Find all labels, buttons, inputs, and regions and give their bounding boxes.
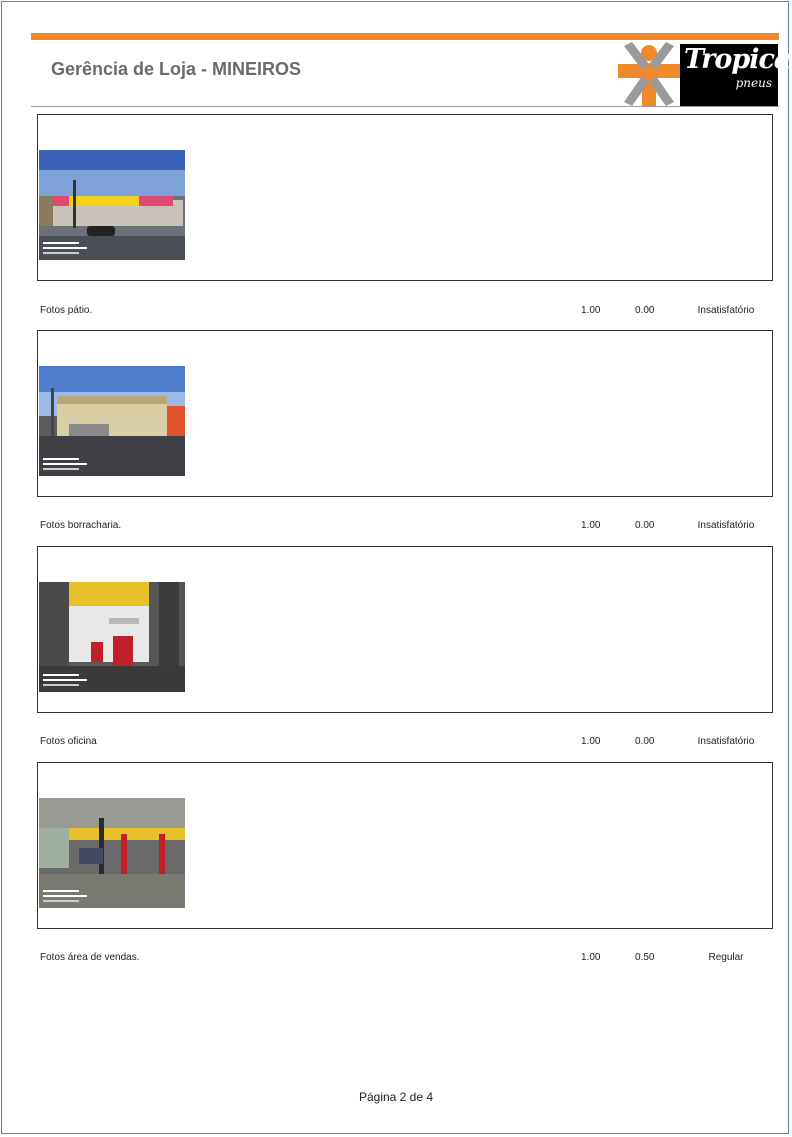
checklist-row: Fotos borracharia. 1.00 0.00 Insatisfató… [40, 520, 780, 536]
row-description: Fotos borracharia. [40, 520, 122, 531]
checklist-row: Fotos oficina 1.00 0.00 Insatisfatório [40, 736, 780, 752]
row-weight: 1.00 [581, 305, 601, 316]
row-description: Fotos área de vendas. [40, 952, 140, 963]
row-weight: 1.00 [581, 952, 601, 963]
tropical-pneus-logo: Tropical pneus [618, 42, 792, 106]
row-description: Fotos pátio. [40, 305, 93, 316]
row-status: Insatisfatório [697, 736, 755, 747]
photo-frame [37, 546, 773, 713]
row-status: Insatisfatório [697, 520, 755, 531]
row-score: 0.00 [635, 736, 655, 747]
header-divider [31, 106, 779, 107]
row-score: 0.50 [635, 952, 655, 963]
workshop-photo [39, 582, 185, 692]
storefront-photo [39, 150, 185, 260]
row-score: 0.00 [635, 520, 655, 531]
page-title: Gerência de Loja - MINEIROS [51, 59, 302, 79]
photo-frame [37, 330, 773, 497]
row-status: Regular [708, 952, 744, 963]
photo-frame [37, 114, 773, 281]
row-weight: 1.00 [581, 736, 601, 747]
row-status: Insatisfatório [697, 305, 755, 316]
tire-shop-photo [39, 366, 185, 476]
service-bay-photo [39, 798, 185, 908]
row-score: 0.00 [635, 305, 655, 316]
checklist-row: Fotos área de vendas. 1.00 0.50 Regular [40, 952, 780, 968]
page-number: Página 2 de 4 [358, 1090, 434, 1104]
photo-frame [37, 762, 773, 929]
logo-subtitle: pneus [735, 76, 772, 90]
logo-symbol-icon [618, 42, 680, 106]
row-weight: 1.00 [581, 520, 601, 531]
header-accent-bar [31, 33, 779, 40]
logo-wordmark: Tropical [684, 44, 792, 75]
checklist-row: Fotos pátio. 1.00 0.00 Insatisfatório [40, 305, 780, 321]
row-description: Fotos oficina [40, 736, 97, 747]
